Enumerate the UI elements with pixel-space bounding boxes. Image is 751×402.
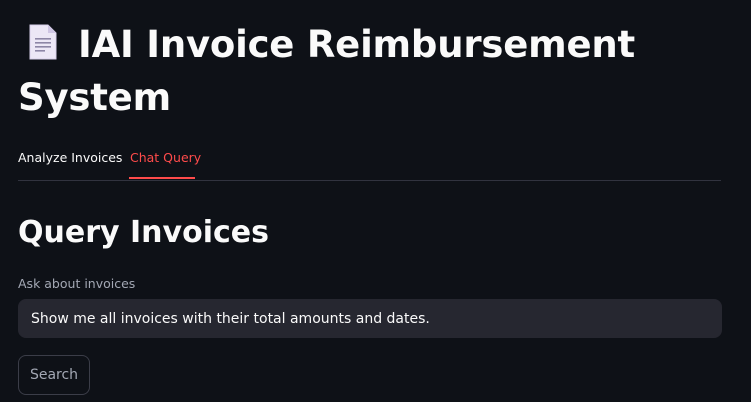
app-page: IAI Invoice Reimbursement System Analyze…: [0, 0, 751, 402]
query-input[interactable]: [18, 299, 722, 338]
page-title: IAI Invoice Reimbursement System: [18, 18, 658, 124]
search-button[interactable]: Search: [18, 355, 90, 395]
tab-chat-query[interactable]: Chat Query: [130, 150, 201, 165]
tab-bar: Analyze Invoices Chat Query: [18, 142, 721, 181]
active-tab-indicator: [129, 177, 195, 179]
section-title: Query Invoices: [18, 215, 269, 250]
page-facing-up-icon: [28, 22, 58, 60]
page-title-text: IAI Invoice Reimbursement System: [18, 23, 635, 119]
tab-analyze-invoices[interactable]: Analyze Invoices: [18, 150, 122, 165]
query-field-label: Ask about invoices: [18, 276, 136, 291]
